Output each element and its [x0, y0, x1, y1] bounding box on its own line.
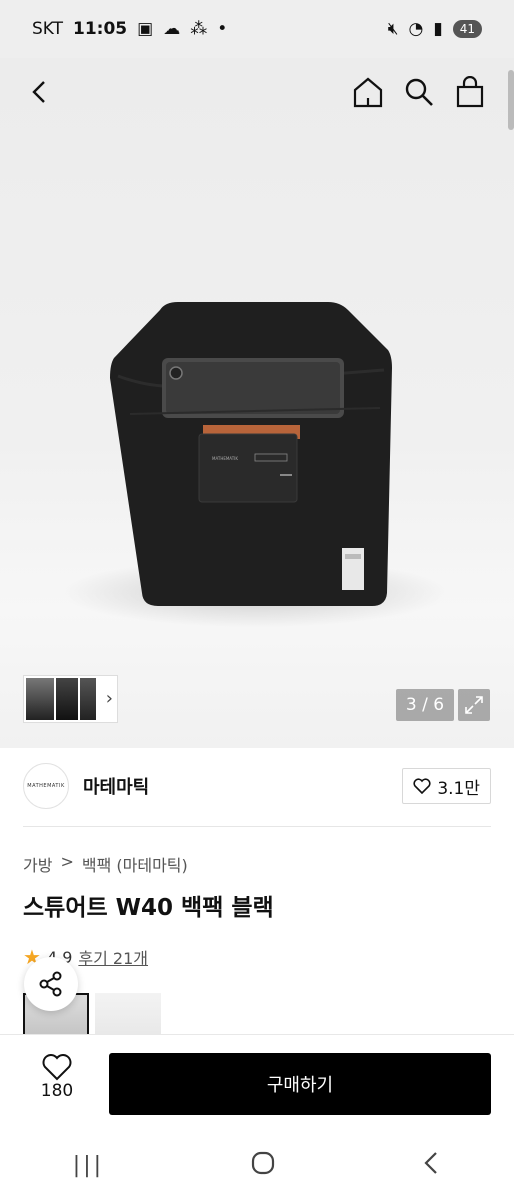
expand-icon	[465, 696, 483, 714]
cloud-icon: ☁	[163, 19, 181, 39]
breadcrumb-category[interactable]: 가방	[23, 852, 52, 876]
expand-button[interactable]	[458, 689, 490, 721]
gallery-thumb[interactable]	[56, 678, 78, 720]
heart-icon	[413, 778, 431, 794]
status-right: 🔇︎ ◔ ▮ 41	[388, 19, 482, 39]
wishlist-button[interactable]: 180	[24, 1053, 90, 1101]
clock: 11:05	[73, 19, 128, 39]
chevron-right-icon[interactable]: ›	[106, 688, 113, 709]
signal-icon: ▮	[433, 19, 443, 39]
brand-logo[interactable]: MATHEMATIK	[23, 763, 69, 809]
gallery-thumb[interactable]	[80, 678, 96, 720]
product-title: 스튜어트 W40 백팩 블랙	[23, 895, 274, 921]
status-bar: SKT 11:05 ▣ ☁ ⁂ • 🔇︎ ◔ ▮ 41	[0, 0, 514, 58]
review-photo[interactable]	[95, 993, 161, 1035]
system-navigation-bar: |||	[0, 1130, 514, 1200]
brand-like-button[interactable]: 3.1만	[402, 768, 491, 804]
brand-like-count: 3.1만	[437, 778, 480, 799]
breadcrumb: 가방 > 백팩 (마테마틱)	[23, 852, 188, 876]
product-photo: MATHEMATIK	[110, 302, 392, 606]
bottom-action-bar: 180 구매하기	[0, 1034, 514, 1131]
wifi-icon: ◔	[408, 19, 424, 39]
brand-name[interactable]: 마테마틱	[83, 773, 402, 799]
grid-icon: ⁂	[190, 19, 208, 39]
product-gallery[interactable]: MATHEMATIK › 3 / 6	[0, 58, 514, 748]
wishlist-count: 180	[40, 1081, 74, 1101]
carrier: SKT	[32, 19, 64, 39]
share-icon	[39, 971, 62, 997]
buy-button[interactable]: 구매하기	[109, 1053, 491, 1115]
dot-icon: •	[217, 19, 228, 39]
screenshot-icon: ▣	[137, 19, 154, 39]
battery-badge: 41	[452, 20, 482, 38]
review-link[interactable]: 후기 21개	[78, 945, 148, 969]
brand-row: MATHEMATIK 마테마틱 3.1만	[23, 760, 491, 812]
heart-icon	[42, 1054, 72, 1081]
gallery-thumb[interactable]	[26, 678, 54, 720]
back-button-icon[interactable]	[421, 1150, 441, 1180]
breadcrumb-separator: >	[60, 852, 74, 871]
recent-apps-icon[interactable]: |||	[73, 1153, 104, 1178]
breadcrumb-subcategory[interactable]: 백팩 (마테마틱)	[82, 852, 188, 876]
divider	[23, 826, 491, 827]
status-left: SKT 11:05 ▣ ☁ ⁂ •	[32, 19, 227, 39]
home-button-icon[interactable]	[250, 1150, 276, 1180]
gallery-thumbnail-strip[interactable]: ›	[23, 675, 118, 723]
mute-icon: 🔇︎	[387, 19, 399, 39]
brand-print: MATHEMATIK	[212, 456, 238, 461]
image-counter: 3 / 6	[396, 689, 454, 721]
share-button[interactable]	[24, 957, 78, 1011]
